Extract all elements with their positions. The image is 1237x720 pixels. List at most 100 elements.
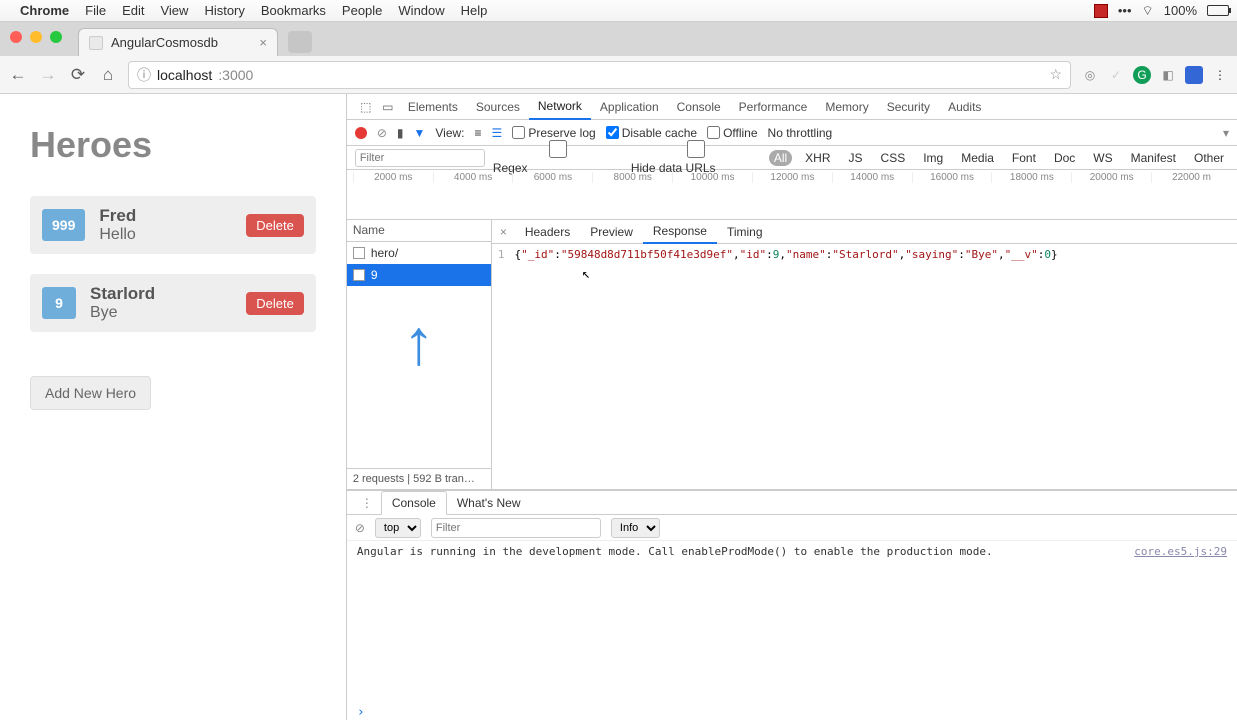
tab-audits[interactable]: Audits xyxy=(939,94,990,120)
tick: 2000 ms xyxy=(353,172,433,183)
filter-type-js[interactable]: JS xyxy=(844,150,868,166)
close-detail-icon[interactable]: × xyxy=(492,225,515,239)
extension-icon[interactable]: G xyxy=(1133,66,1151,84)
filter-type-xhr[interactable]: XHR xyxy=(800,150,835,166)
menu-history[interactable]: History xyxy=(204,3,244,18)
new-tab-button[interactable] xyxy=(288,31,312,53)
camera-icon[interactable]: ▮ xyxy=(397,126,404,140)
console-filter-input[interactable] xyxy=(431,518,601,538)
extension-icon[interactable]: ◧ xyxy=(1159,66,1177,84)
clear-console-icon[interactable]: ⊘ xyxy=(355,521,365,535)
record-icon[interactable] xyxy=(355,127,367,139)
menu-people[interactable]: People xyxy=(342,3,382,18)
site-info-icon[interactable]: ⓘ xyxy=(137,65,151,85)
tab-sources[interactable]: Sources xyxy=(467,94,529,120)
view-list-icon[interactable]: ≡ xyxy=(475,126,482,140)
address-bar[interactable]: ⓘ localhost:3000 ☆ xyxy=(128,61,1071,89)
filter-type-font[interactable]: Font xyxy=(1007,150,1041,166)
menu-edit[interactable]: Edit xyxy=(122,3,144,18)
tab-performance[interactable]: Performance xyxy=(730,94,817,120)
tab-network[interactable]: Network xyxy=(529,94,591,120)
response-body[interactable]: 1{"_id":"59848d8d711bf50f41e3d9ef","id":… xyxy=(492,244,1237,489)
log-source-link[interactable]: core.es5.js:29 xyxy=(1134,545,1227,701)
console-log-area[interactable]: Angular is running in the development mo… xyxy=(347,541,1237,705)
chrome-menu-icon[interactable]: ⋮ xyxy=(1211,66,1229,84)
extension-icon[interactable]: ✓ xyxy=(1107,66,1125,84)
tab-application[interactable]: Application xyxy=(591,94,668,120)
minimize-window-icon[interactable] xyxy=(30,31,42,43)
window-controls[interactable] xyxy=(10,31,62,43)
menu-bookmarks[interactable]: Bookmarks xyxy=(261,3,326,18)
device-toggle-icon[interactable]: ▭ xyxy=(377,100,399,114)
filter-type-css[interactable]: CSS xyxy=(876,150,911,166)
detail-tab-response[interactable]: Response xyxy=(643,220,717,244)
throttling-select[interactable]: No throttling xyxy=(768,126,833,140)
recording-icon[interactable] xyxy=(1094,4,1108,18)
disable-cache-checkbox[interactable]: Disable cache xyxy=(606,126,697,140)
menu-view[interactable]: View xyxy=(160,3,188,18)
mouse-cursor-icon: ↖ xyxy=(582,266,590,282)
menu-file[interactable]: File xyxy=(85,3,106,18)
inspect-icon[interactable]: ⬚ xyxy=(355,100,377,114)
hero-card[interactable]: 9 Starlord Bye Delete xyxy=(30,274,316,332)
extension-icons: ◎ ✓ G ◧ ⋮ xyxy=(1081,66,1229,84)
log-level-select[interactable]: Info xyxy=(611,518,660,538)
request-list-header[interactable]: Name xyxy=(347,220,491,242)
clear-icon[interactable]: ⊘ xyxy=(377,126,387,140)
offline-checkbox[interactable]: Offline xyxy=(707,126,757,140)
preserve-log-checkbox[interactable]: Preserve log xyxy=(512,126,595,140)
log-message: Angular is running in the development mo… xyxy=(357,545,1134,701)
add-new-hero-button[interactable]: Add New Hero xyxy=(30,376,151,410)
filter-input[interactable] xyxy=(355,149,485,167)
drawer-tab-console[interactable]: Console xyxy=(381,491,447,515)
filter-type-doc[interactable]: Doc xyxy=(1049,150,1080,166)
file-icon xyxy=(353,269,365,281)
home-button[interactable]: ⌂ xyxy=(98,65,118,85)
drawer-menu-icon[interactable]: ⋮ xyxy=(353,496,381,510)
browser-tab[interactable]: AngularCosmosdb × xyxy=(78,28,278,56)
tab-elements[interactable]: Elements xyxy=(399,94,467,120)
context-select[interactable]: top xyxy=(375,518,421,538)
close-window-icon[interactable] xyxy=(10,31,22,43)
drawer-tab-whatsnew[interactable]: What's New xyxy=(447,491,531,515)
chevron-down-icon[interactable]: ▾ xyxy=(1223,126,1229,140)
app-name[interactable]: Chrome xyxy=(20,3,69,18)
reload-button[interactable]: ⟳ xyxy=(68,65,88,85)
delete-button[interactable]: Delete xyxy=(246,214,304,237)
request-row[interactable]: hero/ xyxy=(347,242,491,264)
detail-tab-preview[interactable]: Preview xyxy=(580,220,643,244)
annotation-arrow-icon: ↑ xyxy=(347,326,491,358)
detail-tab-headers[interactable]: Headers xyxy=(515,220,580,244)
view-tree-icon[interactable]: ☰ xyxy=(492,126,503,140)
filter-type-manifest[interactable]: Manifest xyxy=(1126,150,1181,166)
tick: 22000 m xyxy=(1151,172,1231,183)
request-row[interactable]: 9 xyxy=(347,264,491,286)
filter-type-media[interactable]: Media xyxy=(956,150,999,166)
menu-help[interactable]: Help xyxy=(461,3,488,18)
maximize-window-icon[interactable] xyxy=(50,31,62,43)
delete-button[interactable]: Delete xyxy=(246,292,304,315)
filter-type-other[interactable]: Other xyxy=(1189,150,1229,166)
tab-console[interactable]: Console xyxy=(668,94,730,120)
tab-memory[interactable]: Memory xyxy=(816,94,877,120)
hero-card[interactable]: 999 Fred Hello Delete xyxy=(30,196,316,254)
console-prompt[interactable]: › xyxy=(347,705,1237,720)
tick: 12000 ms xyxy=(752,172,832,183)
extension-icon[interactable] xyxy=(1185,66,1203,84)
filter-type-img[interactable]: Img xyxy=(918,150,948,166)
close-tab-icon[interactable]: × xyxy=(259,35,267,50)
filter-type-ws[interactable]: WS xyxy=(1088,150,1117,166)
filter-type-all[interactable]: All xyxy=(769,150,792,166)
detail-tab-timing[interactable]: Timing xyxy=(717,220,773,244)
extension-icon[interactable]: ◎ xyxy=(1081,66,1099,84)
menu-window[interactable]: Window xyxy=(398,3,444,18)
tick: 18000 ms xyxy=(991,172,1071,183)
battery-icon[interactable] xyxy=(1207,5,1229,16)
wifi-icon[interactable]: ⌔ xyxy=(1142,3,1154,19)
bookmark-star-icon[interactable]: ☆ xyxy=(1049,66,1062,83)
filter-toggle-icon[interactable]: ▼ xyxy=(414,126,426,140)
tab-security[interactable]: Security xyxy=(878,94,939,120)
menu-extras-icon[interactable]: ••• xyxy=(1118,3,1132,18)
network-timeline[interactable]: 2000 ms 4000 ms 6000 ms 8000 ms 10000 ms… xyxy=(347,170,1237,220)
back-button[interactable]: ← xyxy=(8,65,28,85)
